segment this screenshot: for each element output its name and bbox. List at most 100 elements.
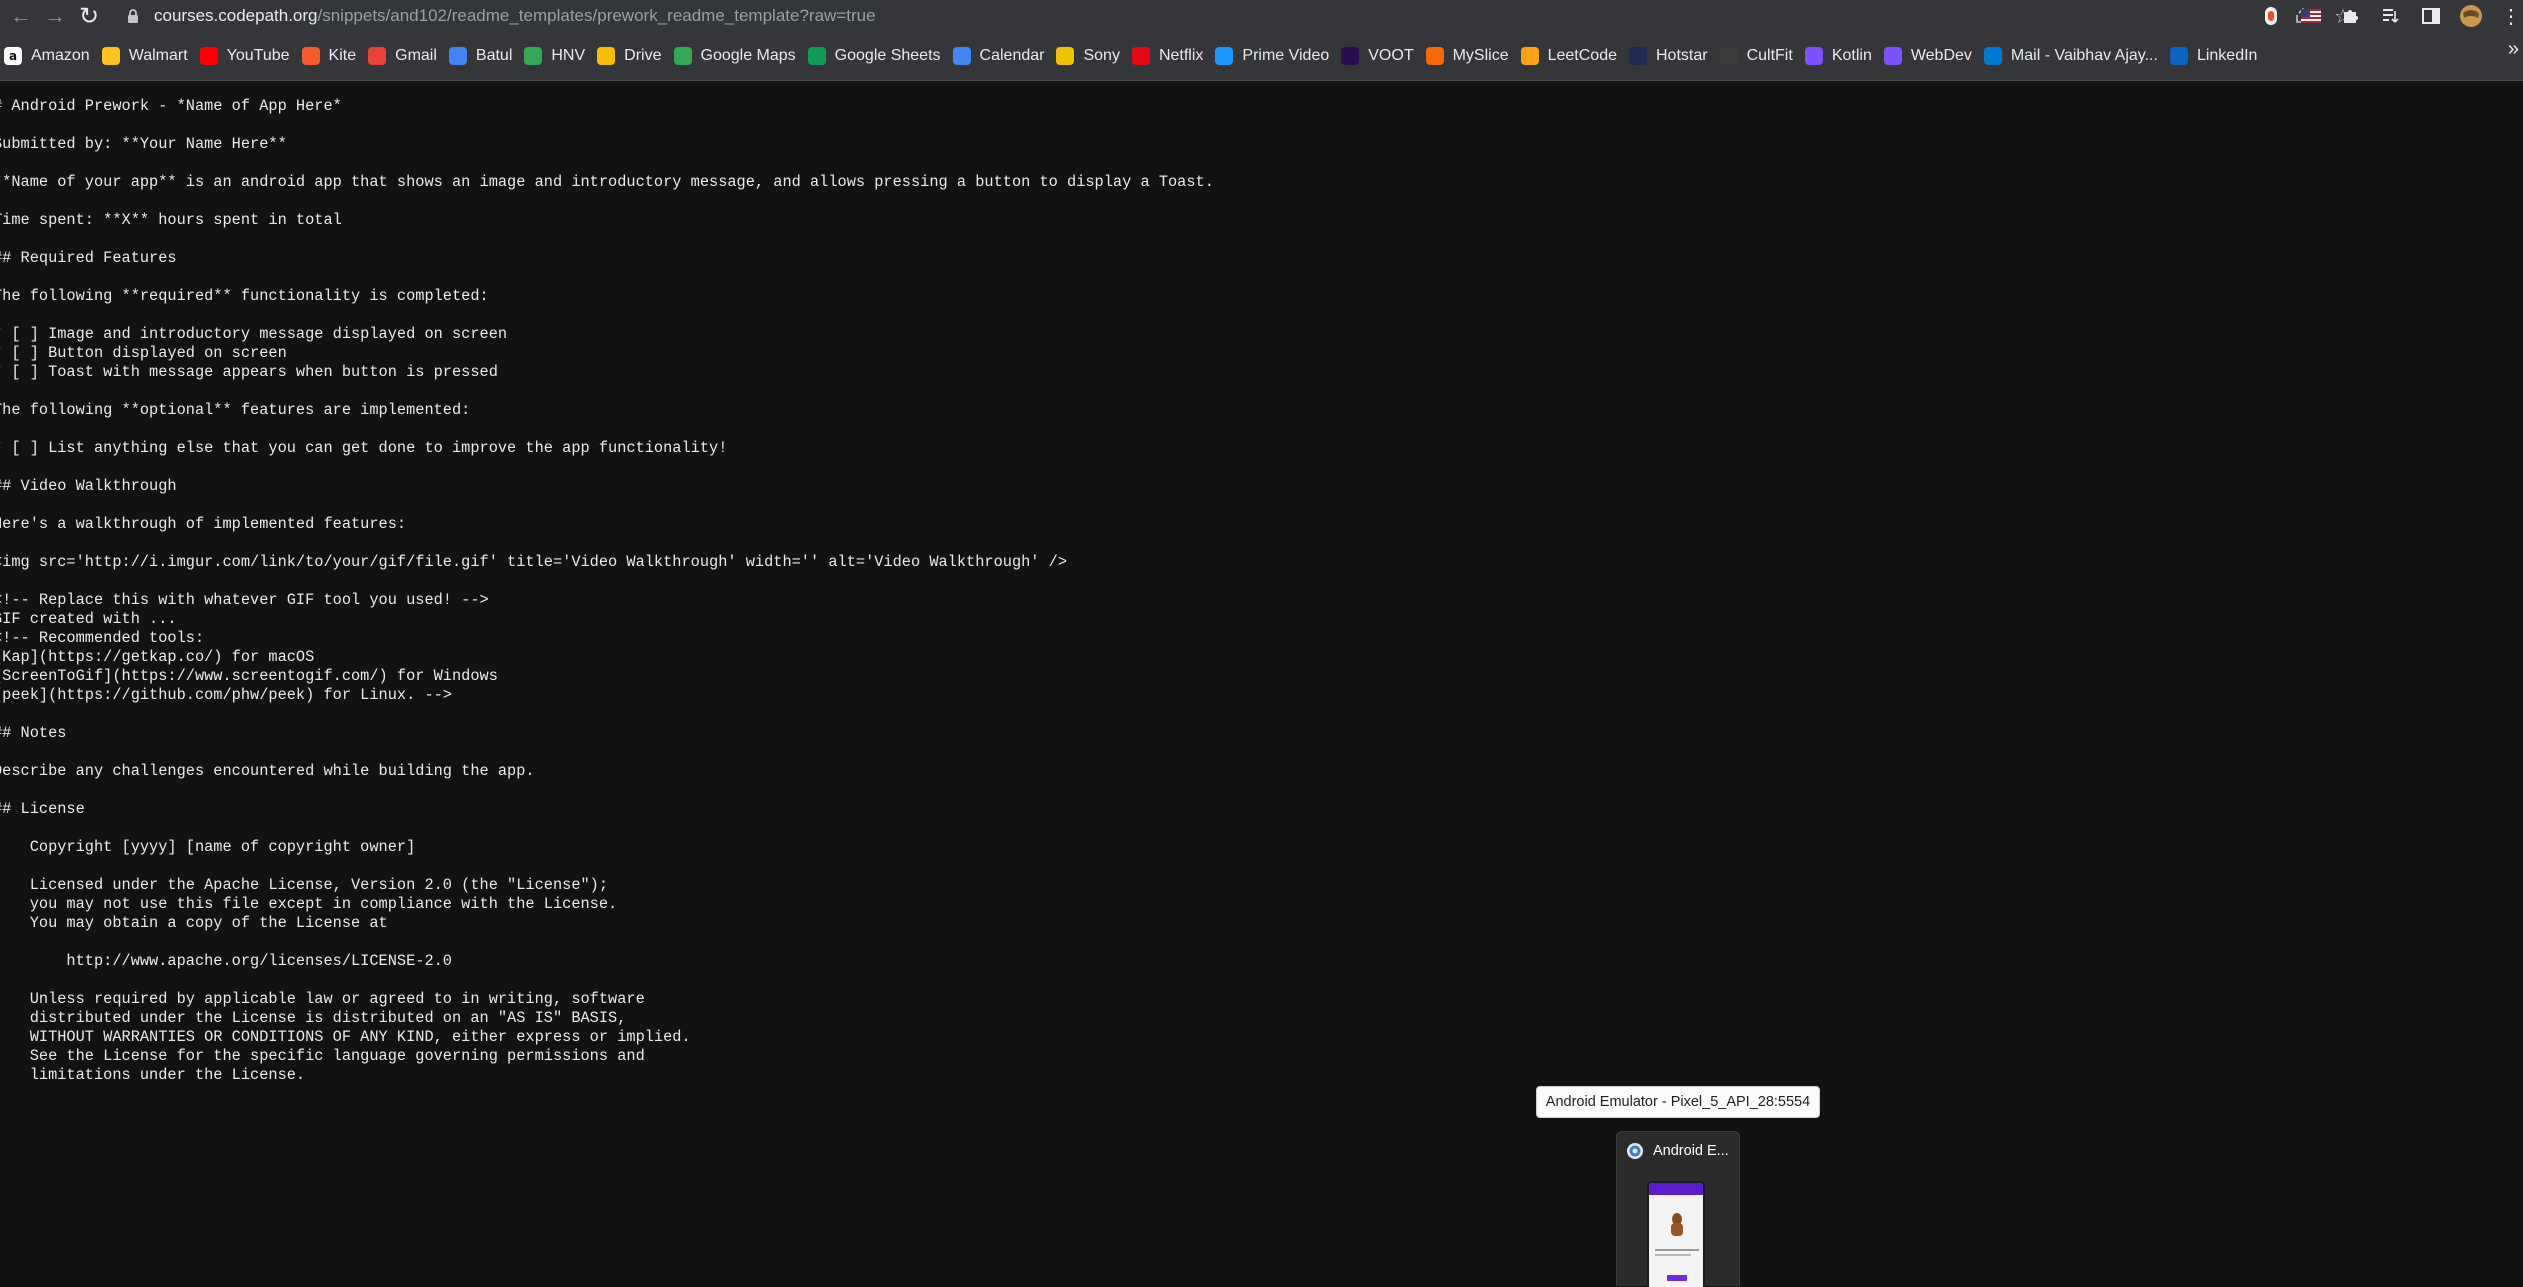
readme-line: ## Video Walkthrough bbox=[0, 477, 177, 495]
bookmark-label: HNV bbox=[551, 47, 586, 64]
app-image bbox=[1671, 1213, 1683, 1236]
readme-line: * [ ] Button displayed on screen bbox=[0, 344, 287, 362]
bookmark-label: Drive bbox=[624, 47, 662, 64]
readme-line: Submitted by: **Your Name Here** bbox=[0, 135, 287, 153]
bookmark-label: Gmail bbox=[395, 47, 437, 64]
linkedin-icon bbox=[2169, 47, 2188, 65]
google-sheets-icon bbox=[807, 47, 826, 65]
leetcode-icon bbox=[1520, 47, 1539, 65]
back-button[interactable]: ← bbox=[8, 3, 34, 29]
readme-line: You may obtain a copy of the License at bbox=[0, 914, 388, 932]
hnv-icon bbox=[524, 47, 543, 65]
readme-line: ## Required Features bbox=[0, 249, 177, 267]
extension-ring-icon[interactable] bbox=[2256, 0, 2286, 32]
readme-line: The following **optional** features are … bbox=[0, 401, 471, 419]
readme-line: <img src='http://i.imgur.com/link/to/you… bbox=[0, 553, 1068, 571]
browser-menu-icon[interactable]: ⋮ bbox=[2496, 0, 2523, 32]
bookmark-label: Sony bbox=[1083, 47, 1120, 64]
readme-line bbox=[0, 116, 2293, 135]
bookmark-label: Mail - Vaibhav Ajay... bbox=[2010, 47, 2158, 64]
bookmark-kite[interactable]: Kite bbox=[298, 40, 365, 72]
lock-icon[interactable] bbox=[122, 5, 144, 27]
readme-line: Unless required by applicable law or agr… bbox=[0, 990, 645, 1008]
reading-list-icon[interactable] bbox=[2376, 0, 2406, 32]
bookmark-gmail[interactable]: Gmail bbox=[364, 40, 445, 72]
android-emulator-icon bbox=[1627, 1143, 1643, 1159]
readme-line: Copyright [yyyy] [name of copyright owne… bbox=[0, 838, 416, 856]
bookmark-hotstar[interactable]: Hotstar bbox=[1625, 40, 1716, 72]
bookmark-linkedin[interactable]: LinkedIn bbox=[2166, 40, 2266, 72]
readme-line: http://www.apache.org/licenses/LICENSE-2… bbox=[0, 952, 452, 970]
thumbnail-title: Android E... bbox=[1653, 1143, 1729, 1159]
bookmark-google-sheets[interactable]: Google Sheets bbox=[804, 40, 949, 72]
youtube-icon bbox=[199, 47, 218, 65]
amazon-icon: a bbox=[4, 47, 22, 65]
readme-line bbox=[0, 154, 2293, 173]
bookmark-webdev[interactable]: WebDev bbox=[1880, 40, 1980, 72]
readme-line: [peek](https://github.com/phw/peek) for … bbox=[0, 686, 452, 704]
walmart-icon bbox=[101, 47, 120, 65]
readme-line: WITHOUT WARRANTIES OR CONDITIONS OF ANY … bbox=[0, 1028, 691, 1046]
bookmark-prime-video[interactable]: Prime Video bbox=[1211, 40, 1337, 72]
bookmark-cultfit[interactable]: CultFit bbox=[1716, 40, 1801, 72]
side-panel-icon[interactable] bbox=[2416, 0, 2446, 32]
bookmark-sony[interactable]: Sony bbox=[1052, 40, 1127, 72]
url-text[interactable]: courses.codepath.org/snippets/and102/rea… bbox=[154, 6, 876, 26]
readme-line bbox=[0, 458, 2293, 477]
sony-icon bbox=[1056, 47, 1075, 65]
app-intro-text bbox=[1655, 1249, 1699, 1251]
bookmark-netflix[interactable]: Netflix bbox=[1128, 40, 1211, 72]
readme-line bbox=[0, 743, 2293, 762]
address-bar[interactable]: courses.codepath.org/snippets/and102/rea… bbox=[122, 2, 2457, 30]
bookmark-kotlin[interactable]: Kotlin bbox=[1801, 40, 1880, 72]
bookmark-label: Calendar bbox=[979, 47, 1045, 64]
bookmark-amazon[interactable]: a Amazon bbox=[0, 40, 98, 72]
bookmark-calendar[interactable]: Calendar bbox=[949, 40, 1053, 72]
readme-line bbox=[0, 382, 2293, 401]
bookmarks-overflow-chevron-icon[interactable]: » bbox=[2508, 38, 2519, 61]
readme-line: * [ ] Image and introductory message dis… bbox=[0, 325, 508, 343]
readme-line bbox=[0, 705, 2293, 724]
readme-line: **Name of your app** is an android app t… bbox=[0, 173, 1214, 191]
bookmark-outlook[interactable]: Mail - Vaibhav Ajay... bbox=[1980, 40, 2166, 72]
emulator-preview bbox=[1647, 1181, 1705, 1287]
hotstar-icon bbox=[1629, 47, 1647, 65]
bookmark-walmart[interactable]: Walmart bbox=[98, 40, 196, 72]
readme-line: * [ ] List anything else that you can ge… bbox=[0, 439, 728, 457]
us-flag-icon[interactable] bbox=[2296, 0, 2326, 32]
prime-video-icon bbox=[1215, 47, 1234, 65]
bookmark-voot[interactable]: VOOT bbox=[1337, 40, 1421, 72]
app-button bbox=[1667, 1275, 1687, 1281]
bookmark-google-maps[interactable]: Google Maps bbox=[670, 40, 804, 72]
app-intro-text-line bbox=[1655, 1254, 1691, 1256]
bookmark-label: Hotstar bbox=[1656, 47, 1708, 64]
forward-button[interactable]: → bbox=[42, 3, 68, 29]
readme-line bbox=[0, 496, 2293, 515]
readme-line: [ScreenToGif](https://www.screentogif.co… bbox=[0, 667, 498, 685]
bookmark-label: LeetCode bbox=[1547, 47, 1617, 64]
bookmark-leetcode[interactable]: LeetCode bbox=[1517, 40, 1625, 72]
readme-line bbox=[0, 230, 2293, 249]
reload-icon: ↻ bbox=[78, 2, 100, 30]
bookmark-batul[interactable]: Batul bbox=[445, 40, 520, 72]
bookmark-label: Google Sheets bbox=[834, 47, 941, 64]
bookmark-hnv[interactable]: HNV bbox=[520, 40, 593, 72]
profile-avatar[interactable] bbox=[2456, 0, 2486, 32]
readme-line: Licensed under the Apache License, Versi… bbox=[0, 876, 609, 894]
puzzle-icon[interactable] bbox=[2336, 0, 2366, 32]
reload-button[interactable]: ↻ bbox=[76, 2, 102, 30]
bookmark-youtube[interactable]: YouTube bbox=[196, 40, 298, 72]
readme-line: # Android Prework - *Name of App Here* bbox=[0, 97, 342, 115]
bookmark-myslice[interactable]: MySlice bbox=[1422, 40, 1517, 72]
readme-line: ## License bbox=[0, 800, 85, 818]
thumbnail-header: Android E... bbox=[1617, 1132, 1739, 1170]
readme-line: distributed under the License is distrib… bbox=[0, 1009, 627, 1027]
readme-line bbox=[0, 572, 2293, 591]
bookmark-drive[interactable]: Drive bbox=[593, 40, 669, 72]
url-host: courses.codepath.org bbox=[154, 6, 318, 25]
gmail-icon bbox=[368, 47, 387, 65]
voot-icon bbox=[1341, 47, 1360, 65]
drive-icon bbox=[597, 47, 616, 65]
readme-line: limitations under the License. bbox=[0, 1066, 306, 1084]
emulator-window-thumbnail[interactable]: Android E... bbox=[1616, 1131, 1740, 1287]
